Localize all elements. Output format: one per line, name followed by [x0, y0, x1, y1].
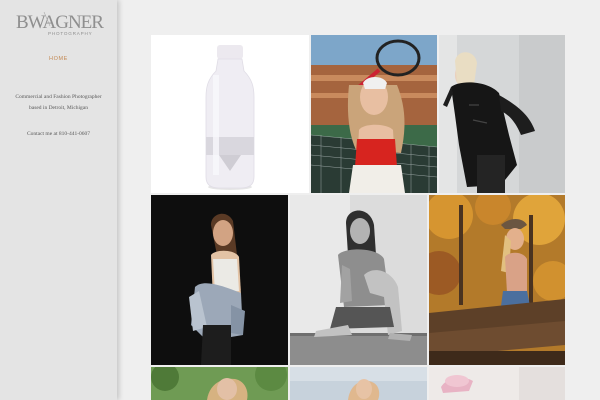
- bio-text: Commercial and Fashion Photographer base…: [15, 94, 102, 111]
- gallery-photo-seated-bw-portrait[interactable]: [290, 195, 427, 365]
- nav-home-link[interactable]: HOME: [0, 56, 117, 62]
- gallery-photo-autumn-log-portrait[interactable]: [429, 195, 565, 365]
- gallery-photo-product-bottle[interactable]: [151, 35, 309, 193]
- gallery-photo-denim-jacket-studio-portrait[interactable]: [151, 195, 288, 365]
- gallery-photo-tree-portrait[interactable]: [151, 367, 288, 400]
- gallery-photo-leather-jacket-portrait[interactable]: [439, 35, 565, 193]
- tennis-photo-image: [311, 35, 437, 193]
- logo-subtext: PHOTOGRAPHY: [48, 31, 92, 36]
- sky-photo-image: [290, 367, 427, 400]
- gallery-photo-sky-portrait[interactable]: [290, 367, 427, 400]
- tree-photo-image: [151, 367, 288, 400]
- sidebar: BWAGNER PHOTOGRAPHY HOME Commercial and …: [0, 0, 117, 400]
- gallery-photo-pink-hat-portrait[interactable]: [429, 367, 565, 400]
- site-logo[interactable]: BWAGNER PHOTOGRAPHY: [14, 8, 105, 38]
- logo-wordmark: BWAGNER: [16, 12, 104, 33]
- leather-jacket-photo-image: [439, 35, 565, 193]
- gallery-photo-tennis-portrait[interactable]: [311, 35, 437, 193]
- autumn-log-photo-image: [429, 195, 565, 365]
- contact-text: Contact me at 810-441-0607: [26, 131, 91, 137]
- pink-hat-photo-image: [429, 367, 565, 400]
- bottle-photo-image: [151, 35, 309, 193]
- seated-bw-photo-image: [290, 195, 427, 365]
- denim-jacket-photo-image: [151, 195, 288, 365]
